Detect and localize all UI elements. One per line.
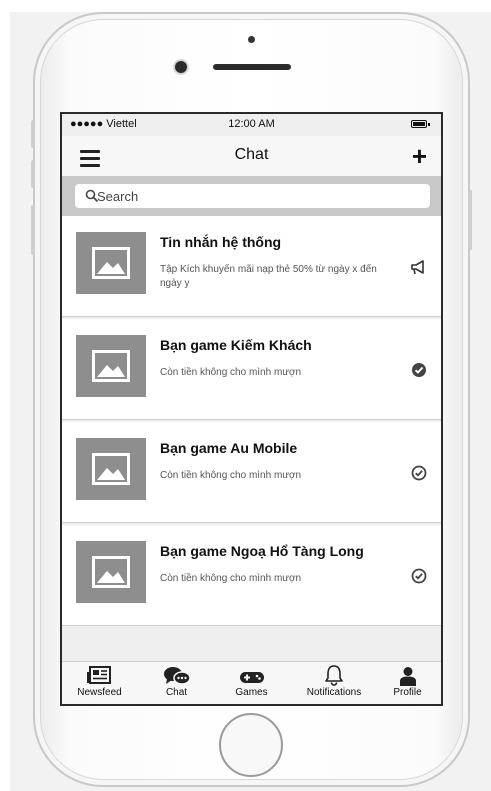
tab-games[interactable]: Games [214,664,289,698]
newspaper-icon [86,666,111,684]
tab-newsfeed[interactable]: Newsfeed [62,664,137,698]
tab-profile[interactable]: Profile [370,664,441,698]
check-circle-outline-icon [411,465,427,481]
chat-name: Bạn game Kiếm Khách [160,337,312,353]
user-icon [399,667,416,686]
search-input[interactable]: Search [75,184,430,208]
tab-label: Profile [393,687,422,698]
avatar-placeholder [76,232,146,294]
tab-chat[interactable]: Chat [139,664,214,698]
gamepad-icon [239,672,264,683]
chat-preview: Còn tiền không cho mình mượn [160,470,302,481]
home-button[interactable] [219,713,283,777]
tab-notifications[interactable]: Notifications [294,664,374,698]
chat-name: Tin nhắn hệ thống [160,234,282,250]
volume-up-button [31,120,35,148]
check-circle-outline-icon [411,568,427,584]
avatar-placeholder [76,438,146,500]
image-placeholder-icon [92,453,130,485]
tab-bar: Newsfeed Chat Games Notifications Profil… [62,661,441,704]
chat-bubbles-icon [163,667,191,685]
chat-preview: Còn tiền không cho mình mượn [160,367,302,378]
megaphone-icon [411,260,424,275]
tab-label: Notifications [306,687,362,698]
battery-icon [411,120,430,128]
page-title: Chat [234,146,269,163]
chat-list-item[interactable]: Bạn game Au Mobile Còn tiền không cho mì… [62,422,441,523]
image-placeholder-icon [92,350,130,382]
mute-switch [31,205,35,255]
chat-list-item[interactable]: Tin nhắn hệ thống Tập Kích khuyến mãi nạ… [62,216,441,317]
chat-name: Bạn game Ngoạ Hổ Tàng Long [160,543,364,559]
avatar-placeholder [76,335,146,397]
phone-screen: ●●●●● Viettel 12:00 AM Chat + Search Tin… [60,112,443,706]
front-camera-icon [175,61,187,73]
clock-label: 12:00 AM [228,118,275,130]
add-icon[interactable]: + [412,143,427,169]
navigation-bar: Chat + [62,136,441,176]
chat-list-item[interactable]: Bạn game Kiếm Khách Còn tiền không cho m… [62,319,441,420]
status-bar: ●●●●● Viettel 12:00 AM [62,114,441,136]
search-placeholder: Search [97,189,139,204]
tab-label: Chat [165,687,188,698]
image-placeholder-icon [92,247,130,279]
chat-name: Bạn game Au Mobile [160,440,298,456]
avatar-placeholder [76,541,146,603]
chat-preview: Còn tiền không cho mình mượn [160,573,302,584]
image-placeholder-icon [92,556,130,588]
volume-down-button [31,160,35,188]
earpiece-speaker [213,64,291,70]
tab-label: Newsfeed [77,687,122,698]
bell-icon [325,665,343,686]
chat-preview: Tập Kích khuyến mãi nạp thẻ 50% từ ngày … [160,264,377,289]
tab-label: Games [235,687,268,698]
check-circle-filled-icon [412,363,426,377]
search-bar-container: Search [62,176,441,216]
chat-list-item[interactable]: Bạn game Ngoạ Hổ Tàng Long Còn tiền khôn… [62,525,441,626]
proximity-sensor [248,36,255,43]
power-button [468,190,472,250]
